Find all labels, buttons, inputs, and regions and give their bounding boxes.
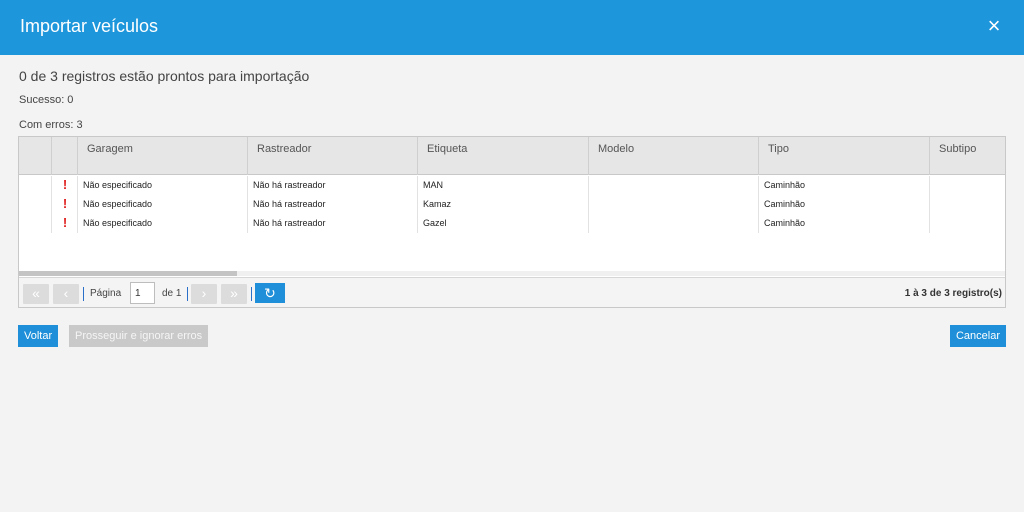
page-count-label: de 1 [162,288,182,299]
cell-rastreador: Não há rastreador [248,195,418,214]
table-row[interactable]: ! Não especificado Não há rastreador Gaz… [19,214,1005,233]
scrollbar-thumb[interactable] [19,271,237,276]
column-header-tipo[interactable]: Tipo [759,137,930,175]
table-row[interactable]: ! Não especificado Não há rastreador Kam… [19,195,1005,214]
cell-modelo [589,214,759,233]
column-header-rastreador[interactable]: Rastreador [248,137,418,175]
cell-modelo [589,176,759,195]
cell-etiqueta: Kamaz [418,195,589,214]
row-select-cell[interactable] [19,195,52,214]
error-count: Com erros: 3 [19,119,83,131]
dialog-header: Importar veículos × [0,0,1024,55]
error-icon: ! [52,195,78,214]
cell-garagem: Não especificado [78,214,248,233]
page-label: Página [90,288,122,299]
last-page-icon[interactable]: » [221,284,247,304]
table-row[interactable]: ! Não especificado Não há rastreador MAN… [19,176,1005,195]
error-icon: ! [52,214,78,233]
cell-tipo: Caminhão [759,176,930,195]
cell-rastreador: Não há rastreador [248,176,418,195]
pager-separator [251,287,252,301]
column-header-subtipo[interactable]: Subtipo [930,137,1005,175]
pagination-toolbar: « ‹ Página 1 de 1 › » ↻ 1 à 3 de 3 regis… [19,277,1005,307]
back-button[interactable]: Voltar [18,325,59,347]
first-page-icon[interactable]: « [23,284,49,304]
cell-tipo: Caminhão [759,214,930,233]
cell-tipo: Caminhão [759,195,930,214]
pager-info: 1 à 3 de 3 registro(s) [904,288,1002,299]
horizontal-scrollbar[interactable] [19,271,1005,276]
row-select-cell[interactable] [19,214,52,233]
cell-subtipo [930,176,1005,195]
prev-page-icon[interactable]: ‹ [53,284,79,304]
proceed-ignore-errors-button[interactable]: Prosseguir e ignorar erros [69,325,209,347]
cell-rastreador: Não há rastreador [248,214,418,233]
success-count: Sucesso: 0 [19,94,74,106]
header-status-column [52,137,78,175]
column-header-etiqueta[interactable]: Etiqueta [418,137,589,175]
cell-subtipo [930,195,1005,214]
cell-modelo [589,195,759,214]
cell-etiqueta: Gazel [418,214,589,233]
next-page-icon[interactable]: › [191,284,217,304]
row-select-cell[interactable] [19,176,52,195]
grid-body: ! Não especificado Não há rastreador MAN… [19,176,1005,271]
grid-header: Garagem Rastreador Etiqueta Modelo Tipo … [19,137,1005,175]
cell-subtipo [930,214,1005,233]
pager-separator [83,287,84,301]
dialog-title: Importar veículos [20,16,159,36]
pager-separator [187,287,188,301]
cell-etiqueta: MAN [418,176,589,195]
error-icon: ! [52,176,78,195]
import-grid: Garagem Rastreador Etiqueta Modelo Tipo … [18,136,1006,308]
close-icon[interactable]: × [982,14,1006,38]
import-summary: 0 de 3 registros estão prontos para impo… [19,68,310,84]
column-header-modelo[interactable]: Modelo [589,137,759,175]
cell-garagem: Não especificado [78,176,248,195]
cell-garagem: Não especificado [78,195,248,214]
column-header-garagem[interactable]: Garagem [78,137,248,175]
cancel-button[interactable]: Cancelar [949,325,1006,347]
header-select-column[interactable] [19,137,52,175]
refresh-icon[interactable]: ↻ [255,283,285,303]
page-number-input[interactable]: 1 [130,282,155,304]
